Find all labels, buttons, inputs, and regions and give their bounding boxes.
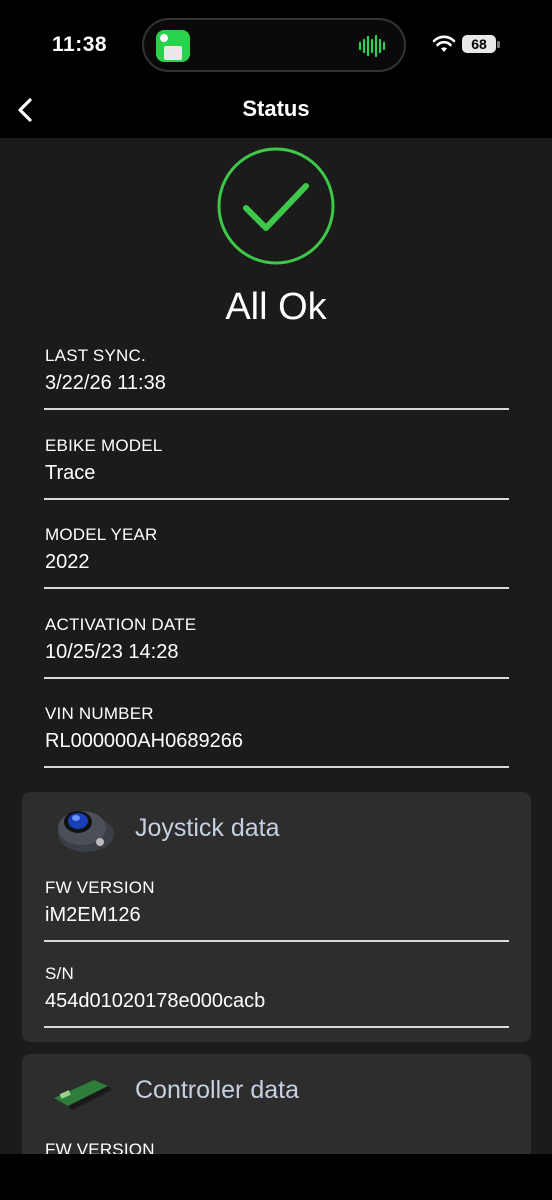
- status-bar: 11:38 68: [0, 0, 552, 90]
- audio-wave-icon: [358, 34, 386, 58]
- field-controller-fw-version: FW VERSION: [44, 1140, 509, 1154]
- controller-image: [50, 1078, 116, 1110]
- battery-indicator: 68: [462, 35, 496, 53]
- field-joystick-fw-version: FW VERSION iM2EM126: [44, 878, 509, 942]
- field-value: 3/22/26 11:38: [45, 372, 166, 394]
- field-model-year: MODEL YEAR 2022: [44, 525, 509, 589]
- field-value: Trace: [45, 462, 96, 484]
- joystick-image: [58, 811, 114, 852]
- checkmark-circle-icon: [217, 147, 335, 265]
- controller-card: Controller data FW VERSION: [22, 1054, 531, 1154]
- field-value: 10/25/23 14:28: [45, 641, 179, 663]
- field-value: 2022: [45, 551, 90, 573]
- clock: 11:38: [52, 33, 108, 56]
- battery-tip: [497, 41, 500, 48]
- page-title: Status: [242, 96, 310, 121]
- controller-card-title: Controller data: [135, 1076, 299, 1104]
- wifi-icon: [432, 35, 456, 52]
- status-content[interactable]: All Ok LAST SYNC. 3/22/26 11:38 EBIKE MO…: [0, 138, 552, 1154]
- joystick-card: Joystick data FW VERSION iM2EM126 S/N 45…: [22, 792, 531, 1042]
- field-label: S/N: [45, 964, 74, 983]
- field-vin-number: VIN NUMBER RL000000AH0689266: [44, 704, 509, 768]
- field-label: FW VERSION: [45, 1140, 155, 1154]
- bottom-safe-area: [0, 1154, 552, 1200]
- navigation-bar: Status: [0, 82, 552, 138]
- joystick-card-title: Joystick data: [135, 814, 280, 842]
- field-label: FW VERSION: [45, 878, 155, 897]
- field-value: iM2EM126: [45, 904, 141, 926]
- dynamic-island[interactable]: [142, 18, 406, 72]
- field-label: MODEL YEAR: [45, 525, 158, 544]
- field-label: VIN NUMBER: [45, 704, 154, 723]
- field-label: ACTIVATION DATE: [45, 615, 197, 634]
- field-label: EBIKE MODEL: [45, 436, 163, 455]
- field-last-sync: LAST SYNC. 3/22/26 11:38: [44, 346, 509, 410]
- field-value: 454d01020178e000cacb: [45, 990, 266, 1012]
- field-activation-date: ACTIVATION DATE 10/25/23 14:28: [44, 615, 509, 679]
- field-ebike-model: EBIKE MODEL Trace: [44, 436, 509, 500]
- status-text: All Ok: [225, 286, 327, 328]
- live-activity-app-icon: [156, 30, 190, 62]
- field-joystick-serial: S/N 454d01020178e000cacb: [44, 964, 509, 1028]
- field-label: LAST SYNC.: [45, 346, 146, 365]
- field-value: RL000000AH0689266: [45, 730, 243, 752]
